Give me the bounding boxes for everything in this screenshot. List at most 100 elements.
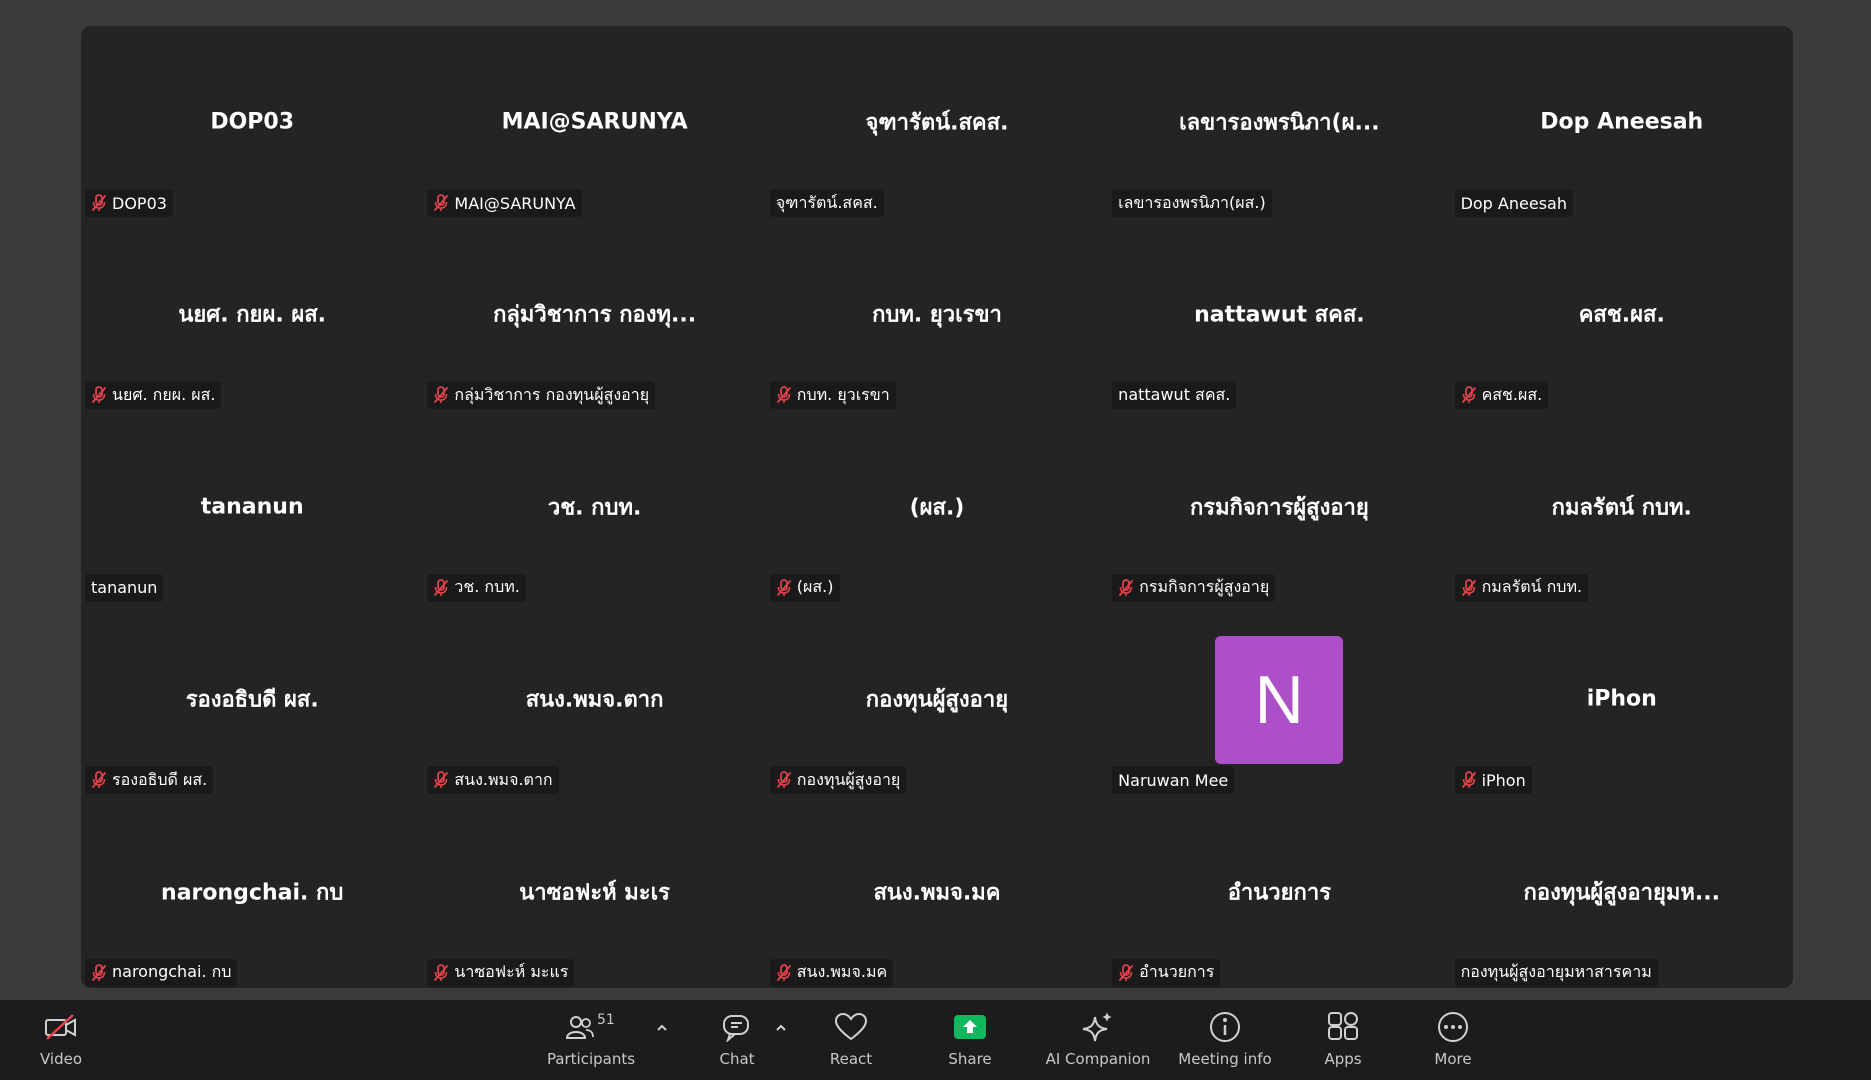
participant-display-name: รองอธิบดี ผส. (185, 687, 319, 713)
participant-tile[interactable]: กบท. ยุวเรขา กบท. ยุวเรขา (766, 218, 1108, 410)
participant-tile[interactable]: กมลรัตน์ กบท. กมลรัตน์ กบท. (1451, 411, 1793, 603)
share-button[interactable]: Share (944, 1008, 996, 1074)
video-off-icon (43, 1008, 79, 1046)
participants-icon: 51 (561, 1008, 621, 1046)
participant-display-name: จุฑารัตน์.สคส. (865, 110, 1009, 136)
more-button[interactable]: More (1428, 1008, 1478, 1074)
participant-tile[interactable]: narongchai. กบ narongchai. กบ (81, 796, 423, 988)
participant-name-label: กองทุนผู้สูงอายุมหาสารคาม (1454, 958, 1658, 987)
participant-tile[interactable]: รองอธิบดี ผส. รองอธิบดี ผส. (81, 603, 423, 795)
participant-label-text: อำนวยการ (1139, 962, 1215, 982)
participant-label-text: MAI@SARUNYA (454, 193, 576, 213)
participant-display-name: วช. กบท. (547, 495, 642, 521)
video-label: Video (39, 1050, 83, 1068)
participant-tile[interactable]: นาซอฟะห์ มะเร นาซอฟะห์ มะแร (423, 796, 765, 988)
participant-label-text: นาซอฟะห์ มะแร (454, 962, 569, 982)
participant-display-name: กองทุนผู้สูงอายุมห... (1523, 880, 1720, 906)
participant-display-name: นยศ. กยผ. ผส. (178, 302, 327, 328)
chat-icon (721, 1008, 753, 1046)
react-button[interactable]: React (826, 1008, 876, 1074)
participants-button[interactable]: 51 Participants (546, 1008, 636, 1074)
participant-tile[interactable]: วช. กบท. วช. กบท. (423, 411, 765, 603)
participant-tile[interactable]: สนง.พมจ.มค สนง.พมจ.มค (766, 796, 1108, 988)
participant-label-text: narongchai. กบ (112, 962, 232, 982)
mic-muted-icon (1118, 963, 1134, 982)
participant-label-text: Dop Aneesah (1460, 193, 1567, 213)
participant-label-text: (ผส.) (796, 577, 834, 597)
video-button[interactable]: Video (36, 1008, 86, 1074)
participant-tile[interactable]: nattawut สคส. nattawut สคส. (1108, 218, 1450, 410)
participant-grid: DOP03 DOP03 MAI@SARUNYA MAI@SARUNYA จุฑารัตน… (81, 26, 1793, 988)
chat-caret-icon[interactable] (773, 1020, 789, 1036)
mic-muted-icon (776, 386, 792, 404)
participant-tile[interactable]: iPhon iPhon (1451, 603, 1793, 795)
participant-display-name: กองทุนผู้สูงอายุ (865, 687, 1009, 713)
mic-muted-icon (91, 194, 107, 212)
mic-muted-icon (776, 771, 792, 789)
participant-label-text: สนง.พมจ.มค (796, 962, 888, 982)
participant-tile[interactable]: DOP03 DOP03 (81, 26, 423, 218)
participant-name-label: (ผส.) (769, 573, 840, 602)
participant-tile[interactable]: Dop Aneesah Dop Aneesah (1451, 26, 1793, 218)
participant-label-text: nattawut สคส. (1118, 384, 1231, 404)
participant-display-name: กลุ่มวิชาการ กองทุ... (493, 302, 697, 328)
participant-tile[interactable]: เลขารองพรนิภา(ผ... เลขารองพรนิภา(ผส.) (1108, 26, 1450, 218)
participants-caret-icon[interactable] (654, 1020, 670, 1036)
participant-label-text: รองอธิบดี ผส. (112, 769, 208, 789)
chat-label: Chat (719, 1050, 755, 1068)
participant-label-text: DOP03 (112, 193, 167, 213)
participant-display-name: อำนวยการ (1227, 880, 1332, 906)
participant-display-name: เลขารองพรนิภา(ผ... (1179, 110, 1380, 136)
participant-tile[interactable]: กองทุนผู้สูงอายุ กองทุนผู้สูงอายุ (766, 603, 1108, 795)
chat-button[interactable]: Chat (712, 1008, 762, 1074)
participant-count: 51 (597, 1012, 615, 1028)
participant-label-text: กลุ่มวิชาการ กองทุนผู้สูงอายุ (454, 384, 650, 404)
participant-tile[interactable]: คสช.ผส. คสช.ผส. (1451, 218, 1793, 410)
participant-name-label: nattawut สคส. (1112, 381, 1237, 410)
participant-label-text: กบท. ยุวเรขา (796, 384, 890, 404)
apps-button[interactable]: Apps (1318, 1008, 1368, 1074)
participant-tile[interactable]: กลุ่มวิชาการ กองทุ... กลุ่มวิชาการ กองทุน… (423, 218, 765, 410)
participant-tile[interactable]: (ผส.) (ผส.) (766, 411, 1108, 603)
participant-display-name: สนง.พมจ.มค (873, 880, 1001, 906)
react-label: React (829, 1050, 873, 1068)
mic-muted-icon (1461, 386, 1477, 404)
participant-name-label: Naruwan Mee (1112, 766, 1235, 795)
mic-muted-icon (776, 578, 792, 597)
participant-label-text: จุฑารัตน์.สคส. (775, 192, 878, 212)
sparkle-icon (1081, 1008, 1115, 1046)
participant-tile[interactable]: N Naruwan Mee (1108, 603, 1450, 795)
participant-name-label: กรมกิจการผู้สูงอายุ (1112, 573, 1276, 602)
participant-tile[interactable]: นยศ. กยผ. ผส. นยศ. กยผ. ผส. (81, 218, 423, 410)
apps-icon (1326, 1008, 1360, 1046)
participant-label-text: กรมกิจการผู้สูงอายุ (1139, 577, 1270, 597)
ai-companion-label: AI Companion (1045, 1050, 1151, 1068)
mic-muted-icon (776, 963, 792, 982)
participant-tile[interactable]: กรมกิจการผู้สูงอายุ กรมกิจการผู้สูงอายุ (1108, 411, 1450, 603)
mic-muted-icon (91, 386, 107, 404)
participant-tile[interactable]: อำนวยการ อำนวยการ (1108, 796, 1450, 988)
mic-muted-icon (91, 771, 107, 789)
participant-name-label: รองอธิบดี ผส. (85, 766, 214, 795)
participant-tile[interactable]: MAI@SARUNYA MAI@SARUNYA (423, 26, 765, 218)
participant-name-label: tananun (85, 573, 164, 602)
ai-companion-button[interactable]: AI Companion (1043, 1008, 1153, 1074)
participant-label-text: iPhon (1481, 770, 1526, 790)
participant-tile[interactable]: สนง.พมจ.ตาก สนง.พมจ.ตาก (423, 603, 765, 795)
participant-tile[interactable]: กองทุนผู้สูงอายุมห... กองทุนผู้สูงอายุมหา… (1451, 796, 1793, 988)
participant-label-text: กองทุนผู้สูงอายุมหาสารคาม (1460, 962, 1652, 982)
mic-muted-icon (433, 963, 449, 982)
participant-name-label: อำนวยการ (1112, 958, 1221, 987)
participant-label-text: กองทุนผู้สูงอายุ (796, 769, 901, 789)
mic-muted-icon (91, 963, 107, 982)
more-label: More (1434, 1050, 1472, 1068)
participant-display-name: (ผส.) (909, 495, 965, 521)
info-icon (1208, 1008, 1242, 1046)
participant-tile[interactable]: tananun tananun (81, 411, 423, 603)
meeting-info-button[interactable]: Meeting info (1177, 1008, 1273, 1074)
participant-name-label: วช. กบท. (427, 573, 526, 602)
participant-name-label: MAI@SARUNYA (427, 189, 582, 217)
participant-tile[interactable]: จุฑารัตน์.สคส. จุฑารัตน์.สคส. (766, 26, 1108, 218)
mic-muted-icon (433, 194, 449, 212)
participant-name-label: นยศ. กยผ. ผส. (85, 381, 222, 410)
